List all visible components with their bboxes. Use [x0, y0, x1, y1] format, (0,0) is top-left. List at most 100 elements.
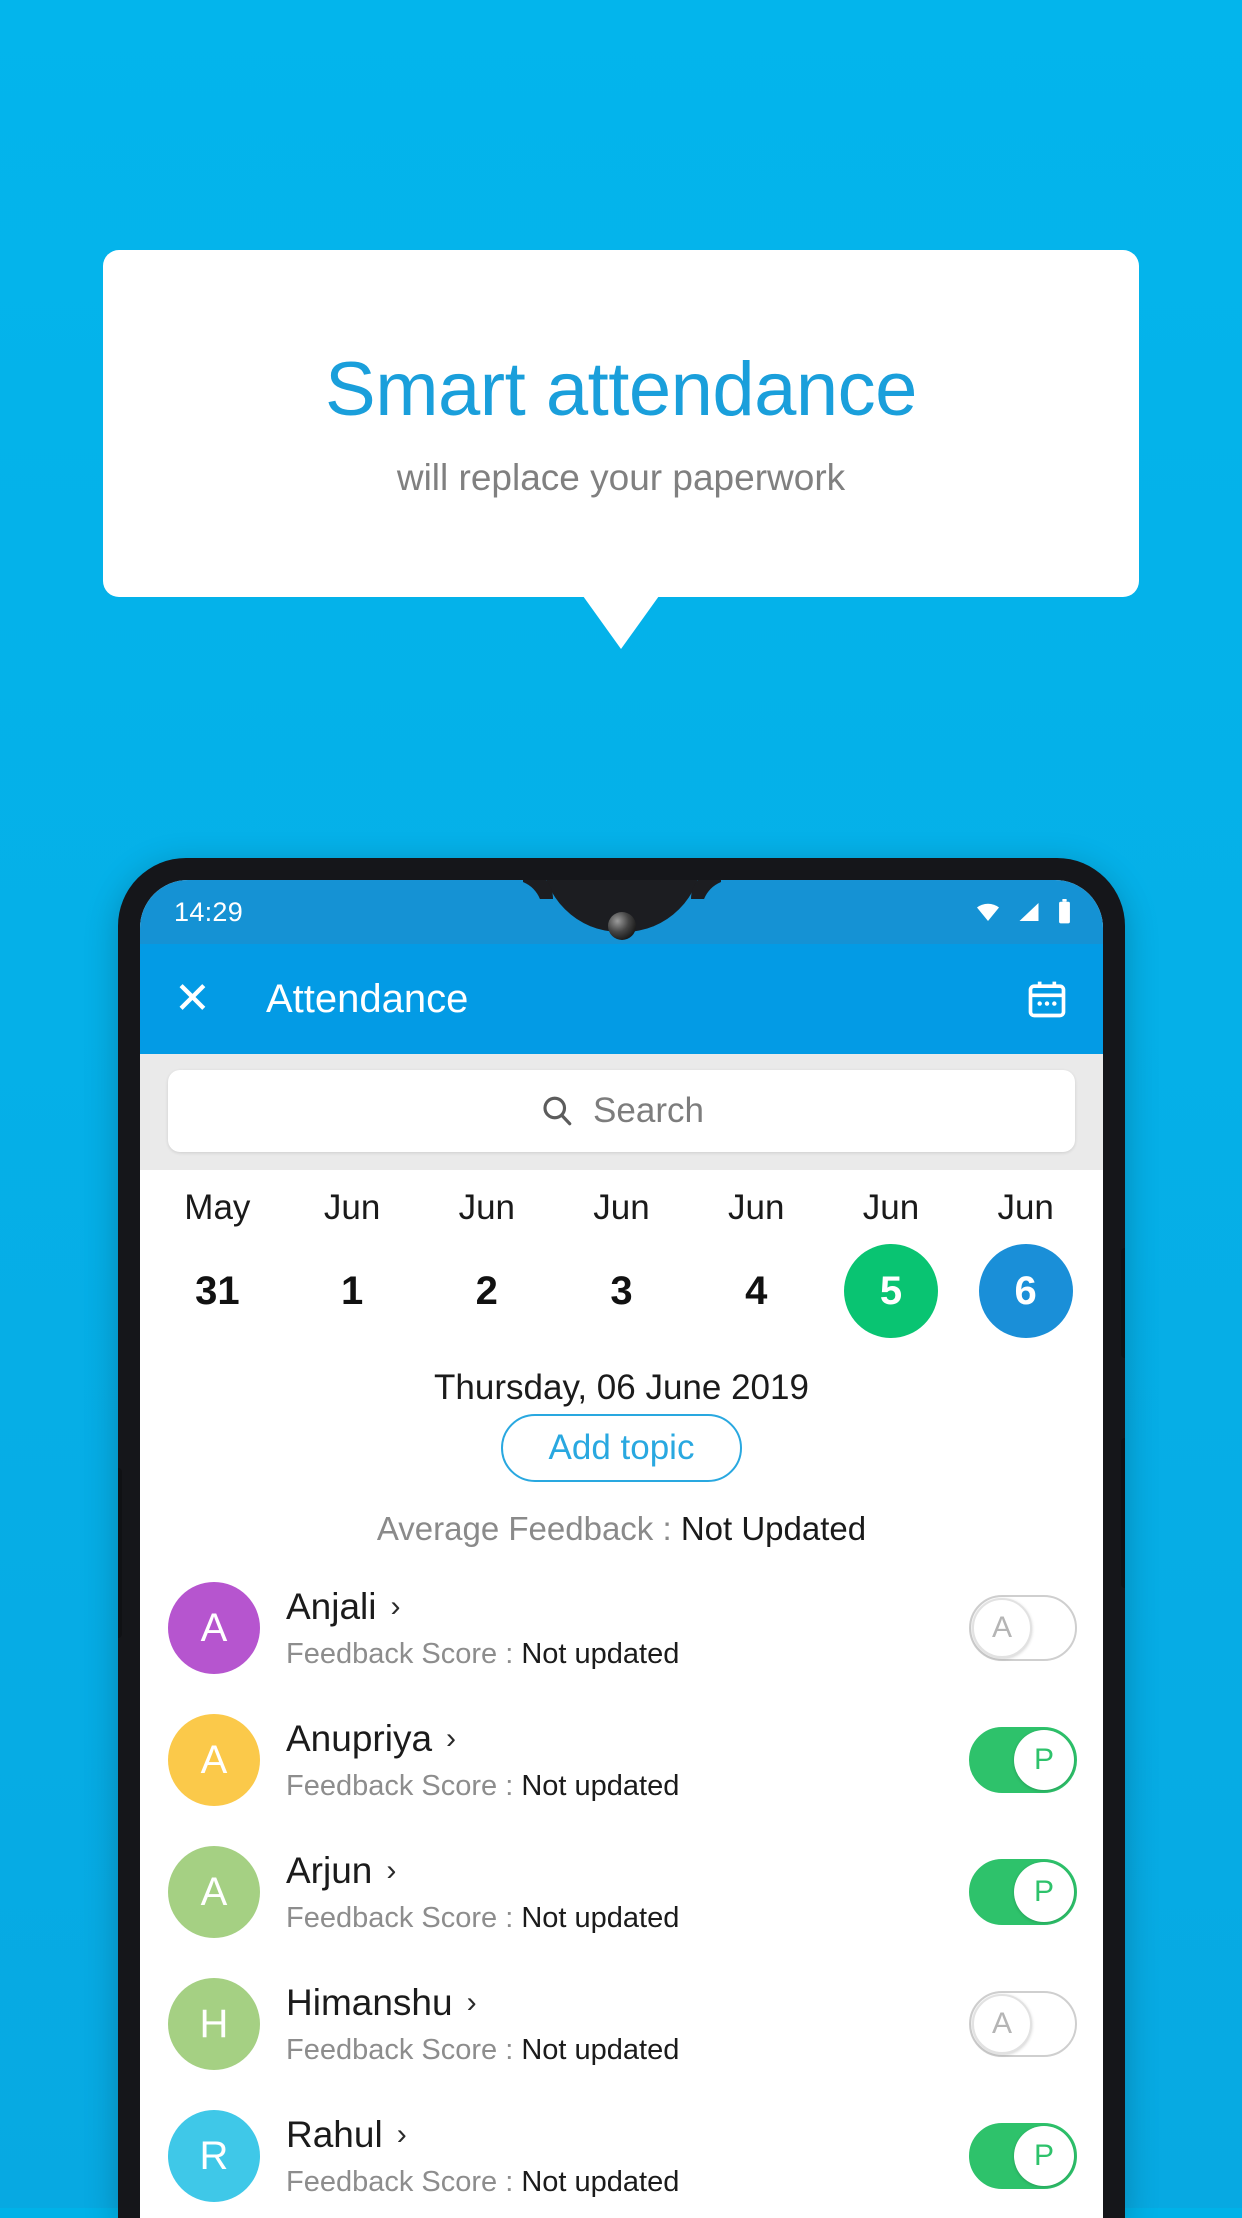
student-name-row[interactable]: Anupriya › [286, 1718, 969, 1760]
feedback-label: Feedback Score : [286, 1901, 522, 1934]
chevron-right-icon: › [390, 1589, 401, 1623]
date-cell-3[interactable]: Jun 3 [554, 1188, 689, 1338]
promo-title: Smart attendance [325, 346, 917, 432]
student-name: Himanshu [286, 1981, 453, 2023]
student-info: Anupriya › Feedback Score : Not updated [260, 1718, 969, 1803]
date-cell-1[interactable]: Jun 1 [285, 1188, 420, 1338]
date-month: May [184, 1188, 251, 1227]
avatar: H [168, 1978, 260, 2070]
table-row[interactable]: A Arjun › Feedback Score : Not updated P [140, 1826, 1103, 1958]
status-bar: 14:29 [140, 880, 1103, 944]
student-name: Rahul [286, 2113, 383, 2155]
date-strip: May 31 Jun 1 Jun 2 Jun 3 Jun 4 Jun 5 Jun… [140, 1170, 1103, 1346]
student-name: Anjali [286, 1585, 377, 1627]
selected-date-label: Thursday, 06 June 2019 [140, 1346, 1103, 1414]
student-name-row[interactable]: Anjali › [286, 1586, 969, 1628]
promo-card-tail [583, 596, 659, 649]
attendance-toggle-knob: A [972, 1994, 1032, 2054]
promo-subtitle: will replace your paperwork [396, 457, 846, 499]
front-camera [607, 912, 636, 940]
attendance-toggle-knob: P [1014, 1862, 1074, 1922]
student-info: Himanshu › Feedback Score : Not updated [260, 1982, 969, 2067]
date-cell-5[interactable]: Jun 5 [824, 1188, 959, 1338]
date-day: 3 [610, 1269, 633, 1313]
chevron-right-icon: › [386, 1853, 397, 1887]
student-feedback: Feedback Score : Not updated [286, 1770, 969, 1803]
battery-icon [1056, 899, 1073, 925]
attendance-toggle[interactable]: P [969, 2123, 1077, 2189]
calendar-icon[interactable] [1025, 977, 1069, 1021]
page-title: Attendance [266, 976, 469, 1021]
add-topic-button[interactable]: Add topic [500, 1414, 743, 1482]
date-cell-6[interactable]: Jun 6 [958, 1188, 1093, 1338]
secondary-side-button[interactable] [1121, 1438, 1125, 1588]
date-cell-0[interactable]: May 31 [150, 1188, 285, 1338]
table-row[interactable]: H Himanshu › Feedback Score : Not update… [140, 1958, 1103, 2090]
app-bar: ✕ Attendance [140, 944, 1103, 1054]
feedback-value: Not updated [521, 1637, 680, 1670]
date-day: 31 [195, 1269, 240, 1313]
student-list: A Anjali › Feedback Score : Not updated … [140, 1562, 1103, 2218]
add-topic-row: Add topic [140, 1414, 1103, 1490]
feedback-label: Feedback Score : [286, 1769, 522, 1802]
date-cell-4[interactable]: Jun 4 [689, 1188, 824, 1338]
avatar: A [168, 1714, 260, 1806]
average-feedback: Average Feedback : Not Updated [140, 1490, 1103, 1562]
date-month: Jun [728, 1188, 785, 1227]
wifi-icon [973, 900, 1003, 924]
attendance-toggle-knob: P [1014, 1730, 1074, 1790]
search-placeholder: Search [593, 1091, 704, 1130]
average-feedback-label: Average Feedback : [376, 1510, 681, 1547]
student-name-row[interactable]: Himanshu › [286, 1982, 969, 2024]
date-day: 1 [340, 1269, 364, 1313]
table-row[interactable]: A Anupriya › Feedback Score : Not update… [140, 1694, 1103, 1826]
student-name: Anupriya [286, 1717, 433, 1759]
date-month: Jun [862, 1188, 920, 1227]
student-name-row[interactable]: Arjun › [286, 1850, 969, 1892]
chevron-right-icon: › [396, 2117, 407, 2151]
feedback-value: Not updated [521, 1769, 680, 1802]
phone-mockup: 14:29 ✕ Attendance Search May 31 Jun 1 J… [118, 858, 1125, 2218]
status-time: 14:29 [174, 896, 244, 927]
attendance-toggle[interactable]: A [969, 1991, 1077, 2057]
search-input[interactable]: Search [168, 1070, 1075, 1152]
date-day-today: 5 [843, 1244, 938, 1338]
volume-button[interactable] [118, 1468, 122, 1638]
status-icons [973, 899, 1073, 925]
feedback-value: Not updated [521, 1901, 680, 1934]
student-info: Arjun › Feedback Score : Not updated [260, 1850, 969, 1935]
chevron-right-icon: › [446, 1721, 457, 1755]
promo-card: Smart attendance will replace your paper… [103, 250, 1139, 597]
table-row[interactable]: R Rahul › Feedback Score : Not updated P [140, 2090, 1103, 2218]
date-month: Jun [997, 1188, 1054, 1227]
feedback-label: Feedback Score : [286, 2165, 522, 2198]
student-feedback: Feedback Score : Not updated [286, 1638, 969, 1671]
student-info: Rahul › Feedback Score : Not updated [260, 2114, 969, 2199]
date-month: Jun [323, 1188, 381, 1227]
avatar: R [168, 2110, 260, 2202]
feedback-label: Feedback Score : [286, 2033, 522, 2066]
signal-icon [1016, 900, 1043, 924]
student-name-row[interactable]: Rahul › [286, 2114, 969, 2156]
student-feedback: Feedback Score : Not updated [286, 1902, 969, 1935]
power-button[interactable] [1121, 1248, 1125, 1358]
attendance-toggle[interactable]: A [969, 1595, 1077, 1661]
date-month: Jun [458, 1188, 516, 1227]
attendance-toggle[interactable]: P [969, 1727, 1077, 1793]
search-section: Search [140, 1054, 1103, 1170]
date-cell-2[interactable]: Jun 2 [419, 1188, 554, 1338]
feedback-value: Not updated [521, 2033, 680, 2066]
date-day: 2 [475, 1269, 498, 1313]
student-feedback: Feedback Score : Not updated [286, 2034, 969, 2067]
attendance-toggle[interactable]: P [969, 1859, 1077, 1925]
close-icon[interactable]: ✕ [174, 977, 224, 1021]
attendance-toggle-knob: A [972, 1598, 1032, 1658]
attendance-toggle-knob: P [1014, 2126, 1074, 2186]
student-info: Anjali › Feedback Score : Not updated [260, 1586, 969, 1671]
feedback-label: Feedback Score : [286, 1637, 522, 1670]
table-row[interactable]: A Anjali › Feedback Score : Not updated … [140, 1562, 1103, 1694]
student-feedback: Feedback Score : Not updated [286, 2166, 969, 2199]
feedback-value: Not updated [521, 2165, 680, 2198]
date-day: 4 [745, 1269, 768, 1313]
phone-screen: 14:29 ✕ Attendance Search May 31 Jun 1 J… [140, 880, 1103, 2218]
